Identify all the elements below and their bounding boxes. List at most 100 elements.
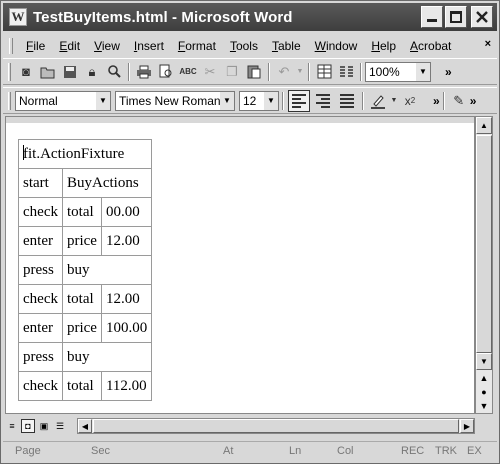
scroll-right-button[interactable]: ▶: [460, 419, 474, 433]
superscript-icon[interactable]: x2: [400, 91, 420, 111]
justify-button[interactable]: [336, 90, 358, 112]
table-cell[interactable]: press: [18, 342, 63, 372]
table-cell[interactable]: BuyActions: [61, 168, 153, 198]
spelling-icon[interactable]: ABC: [178, 62, 198, 82]
copy-icon[interactable]: ❐: [222, 62, 242, 82]
style-dropdown[interactable]: Normal ▼: [15, 90, 111, 111]
web-page-icon[interactable]: ◙: [16, 62, 36, 82]
menu-view[interactable]: View: [87, 39, 127, 53]
columns-icon[interactable]: [336, 62, 356, 82]
table-cell[interactable]: total: [61, 371, 102, 401]
close-button[interactable]: [471, 6, 493, 28]
menu-insert[interactable]: Insert: [127, 39, 171, 53]
title-bar[interactable]: W TestBuyItems.html - Microsoft Word: [3, 3, 497, 31]
next-page-icon[interactable]: ▼: [476, 399, 492, 413]
highlight-dropdown-icon[interactable]: ▼: [390, 91, 398, 111]
table-cell[interactable]: buy: [61, 255, 153, 285]
table-cell[interactable]: fit.ActionFixture: [17, 139, 153, 169]
normal-view-icon[interactable]: ≡: [5, 419, 19, 433]
menu-help[interactable]: Help: [364, 39, 403, 53]
table-row: check total 00.00: [18, 197, 153, 227]
table-cell[interactable]: 100.00: [100, 313, 153, 343]
menu-acrobat[interactable]: Acrobat: [403, 39, 458, 53]
menu-format[interactable]: Format: [171, 39, 223, 53]
scroll-left-button[interactable]: ◀: [78, 419, 92, 433]
table-cell[interactable]: check: [18, 197, 63, 227]
undo-icon[interactable]: ↶: [274, 62, 294, 82]
align-left-button[interactable]: [288, 89, 310, 112]
table-cell[interactable]: 112.00: [100, 371, 153, 401]
status-at: At: [223, 445, 234, 457]
previous-page-icon[interactable]: ▲: [476, 371, 492, 385]
font-value: Times New Roman: [119, 93, 221, 108]
table-cell[interactable]: check: [18, 284, 63, 314]
table-cell[interactable]: 12.00: [100, 226, 153, 256]
toolbar-options-icon[interactable]: »: [445, 65, 452, 79]
insert-table-icon[interactable]: [314, 62, 334, 82]
table-cell[interactable]: enter: [18, 226, 63, 256]
maximize-button[interactable]: [445, 6, 467, 28]
vertical-scroll-thumb[interactable]: [476, 135, 492, 353]
print-layout-view-icon[interactable]: ▣: [37, 419, 51, 433]
print-icon[interactable]: [134, 62, 154, 82]
scroll-down-button[interactable]: ▼: [476, 353, 492, 370]
toolbar-options-icon[interactable]: »: [470, 94, 477, 108]
search-icon[interactable]: [104, 62, 124, 82]
minimize-button[interactable]: [421, 6, 443, 28]
font-size-value: 12: [243, 93, 257, 108]
table-cell[interactable]: press: [18, 255, 63, 285]
open-folder-icon[interactable]: [38, 62, 58, 82]
undo-dropdown-icon[interactable]: ▼: [296, 62, 304, 82]
cell-text: fit.ActionFixture: [23, 146, 125, 162]
word-app-icon[interactable]: W: [9, 8, 27, 26]
scroll-up-button[interactable]: ▲: [476, 117, 492, 134]
print-preview-icon[interactable]: [156, 62, 176, 82]
align-right-button[interactable]: [312, 90, 334, 112]
table-cell[interactable]: check: [18, 371, 63, 401]
table-cell[interactable]: buy: [61, 342, 153, 372]
toolbar-separator: [268, 62, 270, 81]
status-rec[interactable]: REC: [401, 445, 424, 457]
font-dropdown[interactable]: Times New Roman ▼: [115, 90, 235, 111]
chevron-down-icon[interactable]: ▼: [220, 91, 234, 110]
toolbar-grip[interactable]: [8, 91, 11, 110]
permission-icon[interactable]: 🔒︎: [82, 62, 102, 82]
status-ext[interactable]: EX: [467, 445, 482, 457]
table-cell[interactable]: start: [18, 168, 63, 198]
task-pane-icon[interactable]: ✎: [449, 91, 469, 111]
toolbar-options-icon[interactable]: »: [433, 94, 440, 108]
select-browse-object-icon[interactable]: ●: [476, 385, 492, 399]
table-cell[interactable]: total: [61, 197, 102, 227]
table-cell[interactable]: price: [61, 226, 102, 256]
menu-file[interactable]: File: [19, 39, 52, 53]
paste-icon[interactable]: [244, 62, 264, 82]
save-icon[interactable]: [60, 62, 80, 82]
horizontal-scroll-thumb[interactable]: [93, 419, 459, 433]
table-cell[interactable]: enter: [18, 313, 63, 343]
horizontal-scrollbar[interactable]: ◀ ▶: [77, 418, 475, 434]
outline-view-icon[interactable]: ☰: [53, 419, 67, 433]
vertical-scrollbar[interactable]: ▲ ▼ ▲ ● ▼: [475, 116, 493, 414]
web-layout-view-icon[interactable]: ◘: [21, 419, 35, 433]
menu-window[interactable]: Window: [308, 39, 365, 53]
toolbar-grip[interactable]: [8, 62, 11, 81]
table-cell[interactable]: price: [61, 313, 102, 343]
table-cell[interactable]: 00.00: [100, 197, 153, 227]
font-size-dropdown[interactable]: 12 ▼: [239, 90, 279, 111]
menu-edit[interactable]: Edit: [52, 39, 87, 53]
menu-grip[interactable]: [9, 38, 13, 54]
table-cell[interactable]: 12.00: [100, 284, 153, 314]
table-cell[interactable]: total: [61, 284, 102, 314]
document-area[interactable]: fit.ActionFixture start BuyActions check…: [5, 116, 475, 414]
chevron-down-icon[interactable]: ▼: [416, 62, 430, 81]
menu-close-document-icon[interactable]: ×: [485, 38, 491, 50]
zoom-dropdown[interactable]: 100% ▼: [365, 61, 431, 82]
formatting-toolbar: Normal ▼ Times New Roman ▼ 12 ▼ ▼ x2 » ✎…: [3, 87, 497, 114]
chevron-down-icon[interactable]: ▼: [96, 91, 110, 110]
cut-icon[interactable]: ✂: [200, 62, 220, 82]
menu-table[interactable]: Table: [265, 39, 308, 53]
menu-tools[interactable]: Tools: [223, 39, 265, 53]
chevron-down-icon[interactable]: ▼: [264, 91, 278, 110]
highlight-icon[interactable]: [368, 91, 388, 111]
status-trk[interactable]: TRK: [435, 445, 457, 457]
